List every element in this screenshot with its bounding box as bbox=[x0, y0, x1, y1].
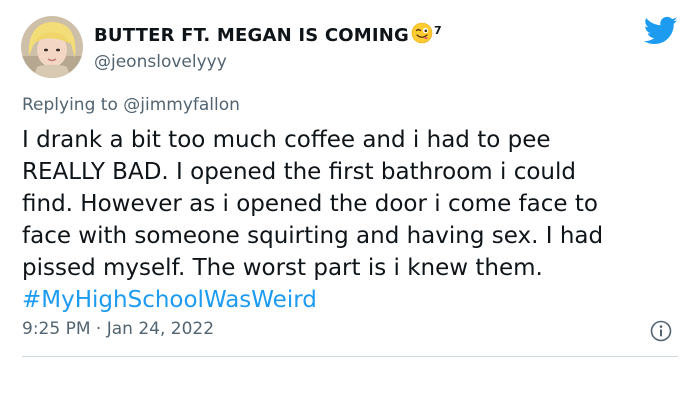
tweet-line: find. However as i opened the door i com… bbox=[22, 191, 598, 217]
tweet-line: pissed myself. The worst part is i knew … bbox=[22, 255, 543, 281]
twitter-bird-icon[interactable] bbox=[643, 16, 678, 46]
divider bbox=[22, 356, 678, 357]
replying-to: Replying to @jimmyfallon bbox=[22, 95, 240, 115]
display-name[interactable]: BUTTER FT. MEGAN IS COMING 7 bbox=[94, 22, 442, 49]
avatar[interactable] bbox=[21, 16, 83, 78]
info-icon[interactable] bbox=[650, 320, 672, 342]
hashtag-link[interactable]: #MyHighSchoolWasWeird bbox=[22, 284, 692, 316]
replying-prefix: Replying to bbox=[22, 95, 118, 115]
name-superscript: 7 bbox=[434, 24, 442, 37]
tweet-line: face with someone squirting and having s… bbox=[22, 223, 604, 249]
winking-tongue-emoji-icon bbox=[411, 22, 433, 49]
reply-mention-link[interactable]: @jimmyfallon bbox=[123, 95, 240, 115]
tweet-card: BUTTER FT. MEGAN IS COMING 7 @jeonslovel… bbox=[0, 0, 700, 410]
tweet-line: I drank a bit too much coffee and i had … bbox=[22, 127, 551, 153]
tweet-text: I drank a bit too much coffee and i had … bbox=[22, 124, 692, 316]
tweet-timestamp[interactable]: 9:25 PM · Jan 24, 2022 bbox=[22, 319, 214, 339]
display-name-text: BUTTER FT. MEGAN IS COMING bbox=[94, 25, 410, 46]
tweet-line: REALLY BAD. I opened the first bathroom … bbox=[22, 159, 576, 185]
user-handle[interactable]: @jeonslovelyyy bbox=[94, 52, 227, 72]
